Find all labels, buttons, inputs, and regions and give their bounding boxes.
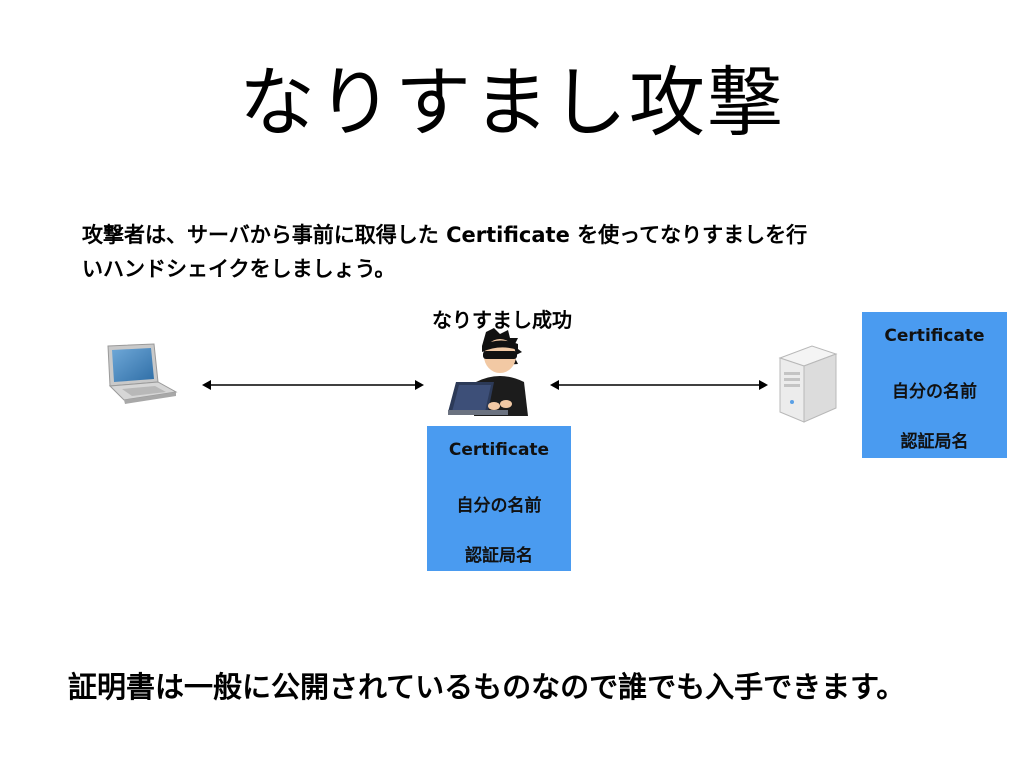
attacker-certificate: Certificate 自分の名前 認証局名 [427,426,571,571]
slide-title: なりすまし攻撃 [239,58,785,147]
description-line-2: いハンドシェイクをしましょう。 [82,257,396,281]
server-certificate: Certificate 自分の名前 認証局名 [862,312,1007,458]
laptop-icon [107,343,178,404]
attacker-certificate-ca: 認証局名 [465,546,533,566]
attacker-certificate-title: Certificate [448,440,550,460]
server-icon [778,345,838,423]
description: 攻撃者は、サーバから事前に取得した Certificate を使ってなりすましを… [82,218,922,286]
description-line-1: 攻撃者は、サーバから事前に取得した Certificate を使ってなりすましを… [82,223,808,247]
footer-note: 証明書は一般に公開されているものなので誰でも入手できます。 [68,670,906,704]
hacker-icon [448,328,528,416]
server-certificate-name: 自分の名前 [892,382,977,402]
attacker-server-arrow [550,380,768,390]
client-attacker-arrow [202,380,424,390]
server-certificate-ca: 認証局名 [900,432,969,452]
attacker-certificate-name: 自分の名前 [456,496,542,516]
server-certificate-title: Certificate [884,326,985,346]
